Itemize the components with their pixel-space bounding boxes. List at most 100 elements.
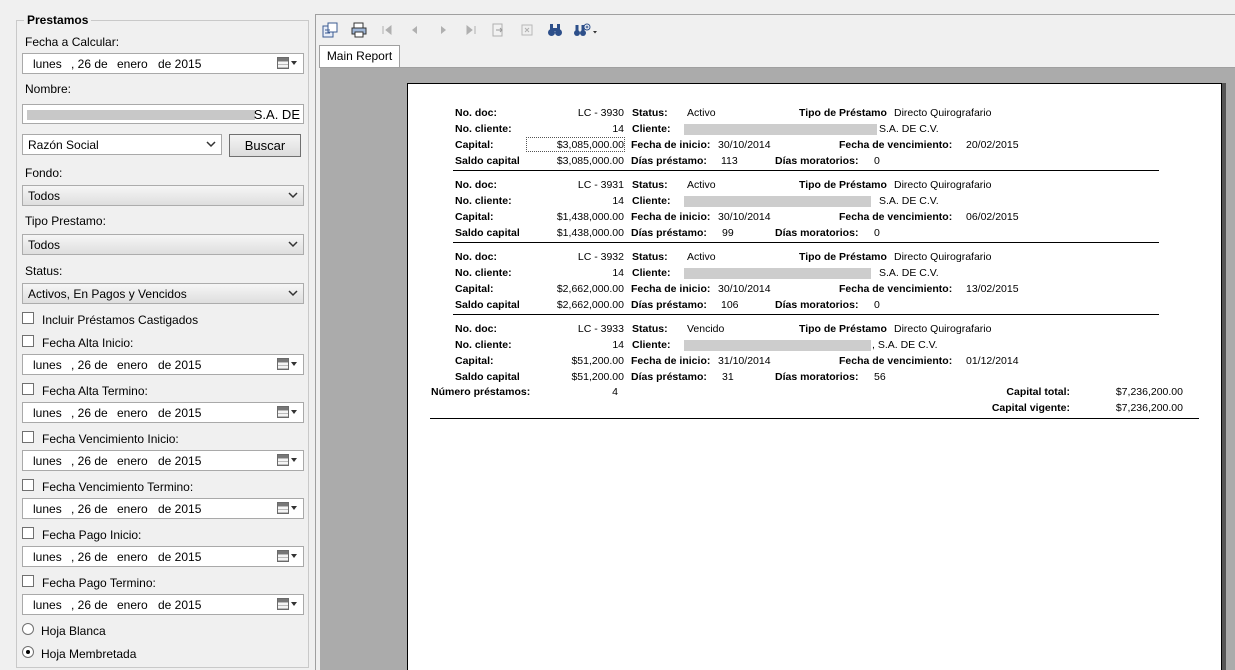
date-day-name: lunes: [33, 550, 62, 564]
label-dias-mora: Días moratorios:: [775, 371, 859, 383]
filter-date-picker[interactable]: lunes , 26 de enero de 2015: [22, 402, 304, 423]
label-no-cliente: No. cliente:: [455, 123, 512, 135]
date-day-name: lunes: [33, 406, 62, 420]
search-binoculars-icon[interactable]: [547, 22, 563, 38]
loan-cliente: S.A. DE C.V.: [879, 123, 939, 135]
filter-date-picker[interactable]: lunes , 26 de enero de 2015: [22, 450, 304, 471]
redacted-client-name: [684, 340, 871, 351]
filter-checkbox[interactable]: [22, 527, 34, 539]
loan-mora: 0: [874, 299, 880, 311]
status-select[interactable]: Activos, En Pagos y Vencidos: [22, 283, 304, 304]
calendar-dropdown-button[interactable]: [277, 598, 299, 611]
capital-vigente: $7,236,200.00: [1115, 402, 1183, 414]
dropdown-arrow-icon: [291, 554, 297, 558]
calendar-dropdown-button[interactable]: [277, 550, 299, 563]
nombre-input[interactable]: S.A. DE: [22, 104, 304, 124]
tipo-prestamo-select[interactable]: Todos: [22, 234, 304, 255]
filter-label: Fecha Vencimiento Termino:: [42, 480, 194, 494]
dropdown-arrow-icon: [291, 362, 297, 366]
label-fecha-venc: Fecha de vencimiento:: [839, 283, 953, 295]
loan-separator: [453, 170, 1159, 171]
loan-separator: [453, 242, 1159, 243]
calendar-icon: [277, 454, 289, 466]
filter-checkbox[interactable]: [22, 575, 34, 587]
label-dias-prestamo: Días préstamo:: [631, 371, 707, 383]
status-label: Status:: [25, 264, 63, 278]
date-day-name: lunes: [33, 454, 62, 468]
label-fecha-inicio: Fecha de inicio:: [631, 211, 711, 223]
prev-page-icon[interactable]: [407, 22, 423, 38]
label-capital: Capital:: [455, 355, 494, 367]
filter-checkbox[interactable]: [22, 335, 34, 347]
date-day: , 26 de: [71, 550, 108, 564]
label-no-cliente: No. cliente:: [455, 267, 512, 279]
date-day: , 26 de: [71, 454, 108, 468]
loan-doc: LC - 3930: [577, 107, 624, 119]
chevron-down-icon: [206, 141, 216, 148]
buscar-button[interactable]: Buscar: [229, 134, 301, 157]
loan-status: Activo: [687, 251, 716, 263]
loan-fecha-inicio: 30/10/2014: [718, 211, 771, 223]
date-month: enero: [117, 550, 148, 564]
label-no-cliente: No. cliente:: [455, 339, 512, 351]
stop-icon[interactable]: [519, 22, 535, 38]
dropdown-arrow-icon: [291, 602, 297, 606]
label-cliente: Cliente:: [632, 123, 671, 135]
calendar-dropdown-button[interactable]: [277, 454, 299, 467]
label-saldo: Saldo capital: [455, 227, 519, 239]
label-fecha-venc: Fecha de vencimiento:: [839, 139, 953, 151]
first-page-icon[interactable]: [379, 22, 395, 38]
hoja-membretada-radio[interactable]: [22, 646, 34, 658]
loan-doc: LC - 3932: [577, 251, 624, 263]
calendar-icon: [277, 550, 289, 562]
last-page-icon[interactable]: [463, 22, 479, 38]
goto-page-icon[interactable]: [490, 22, 506, 38]
date-day: , 26 de: [71, 358, 108, 372]
fondo-value: Todos: [28, 189, 61, 203]
label-no-doc: No. doc:: [455, 323, 497, 335]
calendar-dropdown-button[interactable]: [277, 358, 299, 371]
chevron-down-icon: [288, 290, 298, 297]
label-status: Status:: [632, 251, 668, 263]
chevron-down-icon: [288, 241, 298, 248]
filter-date-picker[interactable]: lunes , 26 de enero de 2015: [22, 354, 304, 375]
loan-dias: 106: [721, 299, 739, 311]
export-icon[interactable]: [322, 22, 338, 38]
search-type-select[interactable]: Razón Social: [22, 134, 222, 155]
loan-fecha-inicio: 30/10/2014: [718, 139, 771, 151]
loan-dias: 31: [722, 371, 734, 383]
zoom-icon[interactable]: [573, 22, 597, 38]
loan-cliente: S.A. DE C.V.: [879, 267, 939, 279]
label-no-doc: No. doc:: [455, 179, 497, 191]
castigados-checkbox[interactable]: [22, 312, 34, 324]
loan-fecha-venc: 13/02/2015: [966, 283, 1019, 295]
filter-checkbox[interactable]: [22, 431, 34, 443]
calendar-dropdown-button[interactable]: [277, 406, 299, 419]
loan-cliente-no: 14: [612, 339, 624, 351]
fondo-select[interactable]: Todos: [22, 185, 304, 206]
loan-status: Activo: [687, 107, 716, 119]
date-year: de 2015: [158, 406, 202, 420]
print-icon[interactable]: [351, 22, 367, 38]
tipo-prestamo-value: Todos: [28, 238, 61, 252]
selected-field: [526, 137, 625, 152]
loan-capital: $1,438,000.00: [556, 211, 624, 223]
dropdown-arrow-icon: [291, 506, 297, 510]
loan-fecha-venc: 06/02/2015: [966, 211, 1019, 223]
filter-date-picker[interactable]: lunes , 26 de enero de 2015: [22, 498, 304, 519]
calendar-dropdown-button[interactable]: [277, 502, 299, 515]
filter-date-picker[interactable]: lunes , 26 de enero de 2015: [22, 594, 304, 615]
loan-mora: 0: [874, 155, 880, 167]
report-toolbar: [316, 15, 1235, 45]
hoja-blanca-radio[interactable]: [22, 623, 34, 635]
fecha-calcular-picker[interactable]: lunes , 26 de enero de 2015: [22, 53, 304, 74]
tab-main-report[interactable]: Main Report: [319, 45, 400, 68]
label-fecha-venc: Fecha de vencimiento:: [839, 211, 953, 223]
label-dias-mora: Días moratorios:: [775, 299, 859, 311]
next-page-icon[interactable]: [435, 22, 451, 38]
label-fecha-inicio: Fecha de inicio:: [631, 139, 711, 151]
filter-checkbox[interactable]: [22, 383, 34, 395]
filter-checkbox[interactable]: [22, 479, 34, 491]
filter-date-picker[interactable]: lunes , 26 de enero de 2015: [22, 546, 304, 567]
calendar-dropdown-button[interactable]: [277, 57, 299, 70]
